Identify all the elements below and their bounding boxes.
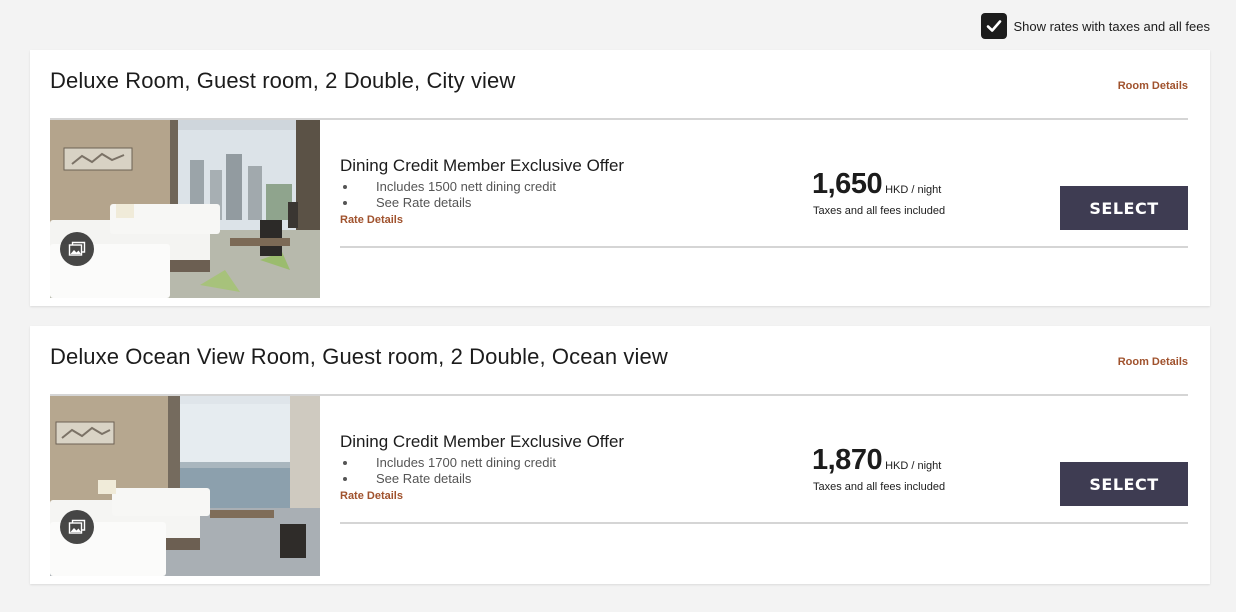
price-note: Taxes and all fees included (813, 481, 946, 493)
offer-title: Dining Credit Member Exclusive Offer (340, 432, 625, 451)
room-rates-page: Show rates with taxes and all fees Delux… (0, 0, 1236, 612)
rate-offer: Dining Credit Member Exclusive Offer Inc… (340, 156, 624, 226)
room-photo[interactable] (50, 120, 320, 298)
rate-offer: Dining Credit Member Exclusive Offer Inc… (340, 432, 624, 502)
rate-details-link[interactable]: Rate Details (340, 214, 624, 226)
offer-bullets: Includes 1700 nett dining credit See Rat… (340, 455, 624, 487)
offer-title: Dining Credit Member Exclusive Offer (340, 156, 625, 175)
room-card-deluxe-ocean-view: Deluxe Ocean View Room, Guest room, 2 Do… (30, 326, 1210, 584)
price-unit: HKD / night (885, 460, 942, 472)
rate-details-link[interactable]: Rate Details (340, 490, 624, 502)
price-note: Taxes and all fees included (813, 205, 946, 217)
room-title: Deluxe Room, Guest room, 2 Double, City … (50, 68, 516, 93)
price-line: 1,650 HKD / night (812, 168, 945, 201)
price-amount: 1,650 (812, 168, 883, 200)
offer-bullets: Includes 1500 nett dining credit See Rat… (340, 179, 624, 211)
divider (340, 522, 1188, 524)
offer-bullet: Includes 1700 nett dining credit (340, 455, 624, 471)
select-button[interactable]: SELECT (1060, 186, 1188, 230)
offer-bullet: See Rate details (340, 471, 624, 487)
room-details-link[interactable]: Room Details (1118, 356, 1188, 368)
room-photo[interactable] (50, 396, 320, 576)
offer-bullet: Includes 1500 nett dining credit (340, 179, 624, 195)
room-photo-image (50, 120, 320, 298)
checkmark-icon (987, 20, 1002, 32)
room-photo-image (50, 396, 320, 576)
price-block: 1,870 HKD / night Taxes and all fees inc… (812, 444, 945, 493)
price-block: 1,650 HKD / night Taxes and all fees inc… (812, 168, 945, 217)
show-taxes-toggle[interactable]: Show rates with taxes and all fees (981, 13, 1210, 39)
photo-gallery-button[interactable] (60, 232, 94, 266)
offer-bullet: See Rate details (340, 195, 624, 211)
price-amount: 1,870 (812, 444, 883, 476)
divider (340, 246, 1188, 248)
photo-gallery-button[interactable] (60, 510, 94, 544)
show-taxes-label: Show rates with taxes and all fees (1013, 18, 1210, 34)
gallery-icon (68, 519, 86, 534)
show-taxes-checkbox[interactable] (981, 13, 1008, 39)
price-line: 1,870 HKD / night (812, 444, 945, 477)
room-title: Deluxe Ocean View Room, Guest room, 2 Do… (50, 344, 668, 369)
room-card-deluxe-city-view: Deluxe Room, Guest room, 2 Double, City … (30, 50, 1210, 306)
select-button[interactable]: SELECT (1060, 462, 1188, 506)
gallery-icon (68, 241, 86, 256)
room-details-link[interactable]: Room Details (1118, 80, 1188, 92)
price-unit: HKD / night (885, 184, 942, 196)
